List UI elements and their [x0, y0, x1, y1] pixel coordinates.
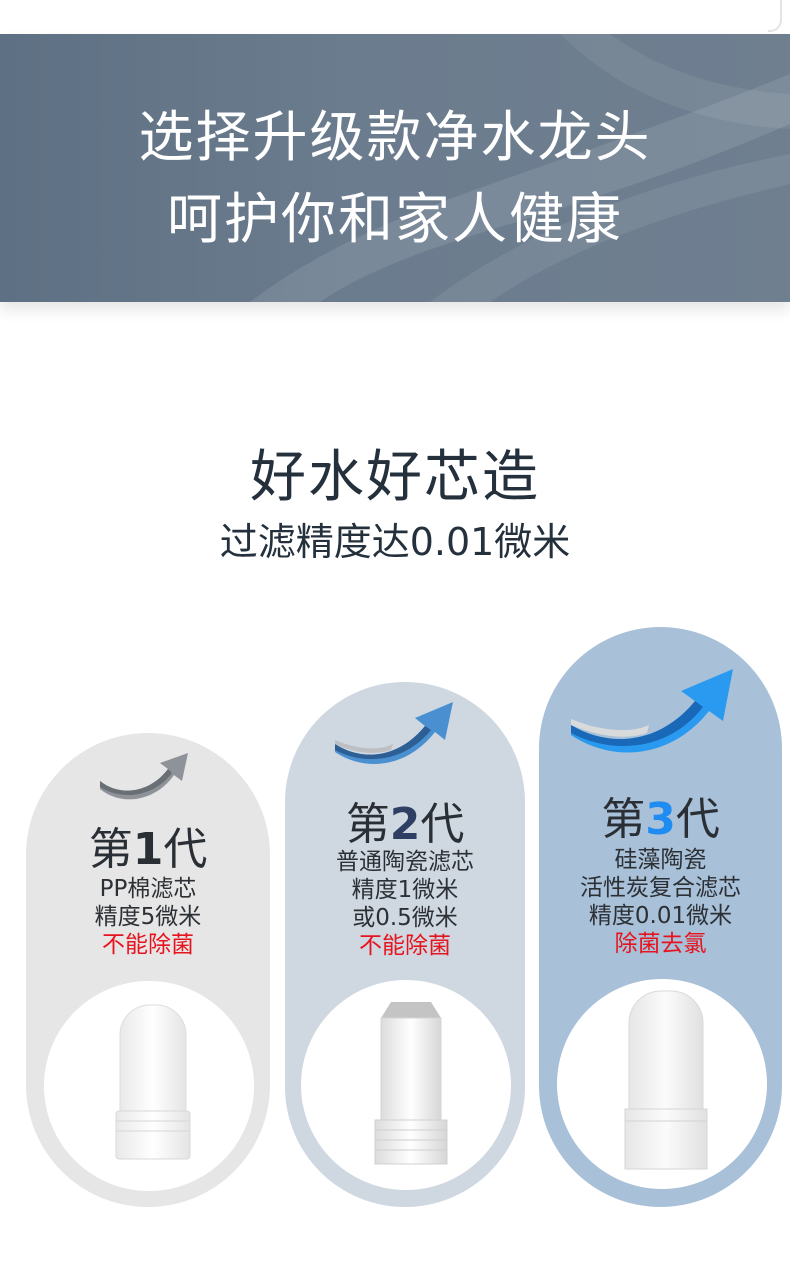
generation-description: PP棉滤芯 精度5微米 不能除菌: [26, 875, 270, 959]
bright-blue-curved-arrow-icon: [571, 669, 733, 753]
banner-subheadline: 呵护你和家人健康: [166, 187, 623, 251]
generation-title: 第3代: [601, 794, 720, 845]
warning-text: 不能除菌: [359, 933, 451, 959]
hero-banner: 选择升级款净水龙头 呵护你和家人健康: [0, 34, 790, 302]
spec-line: 精度5微米: [94, 904, 202, 930]
banner-headline: 选择升级款净水龙头: [138, 105, 652, 169]
blue-curved-arrow-icon: [335, 702, 453, 764]
generation-card-2: 第2代 普通陶瓷滤芯 精度1微米 或0.5微米 不能除菌: [285, 682, 525, 1207]
grey-curved-arrow-icon: [100, 753, 188, 800]
warning-text: 不能除菌: [102, 932, 194, 958]
spec-line: 精度0.01微米: [588, 903, 733, 929]
generation-card-1: 第1代 PP棉滤芯 精度5微米 不能除菌: [26, 733, 270, 1207]
generation-title: 第2代: [345, 799, 465, 850]
filter-image-circle: [301, 980, 511, 1190]
ceramic-filter-icon: [374, 1002, 448, 1165]
spec-line: 或0.5微米: [352, 905, 458, 931]
diatom-ceramic-filter-icon: [624, 990, 708, 1170]
section-subtitle: 过滤精度达0.01微米: [219, 520, 571, 564]
spec-line: PP棉滤芯: [99, 876, 197, 902]
spec-line: 硅藻陶瓷: [614, 847, 707, 873]
card-edge: [768, 0, 782, 32]
generation-card-3: 第3代 硅藻陶瓷 活性炭复合滤芯 精度0.01微米 除菌去氯: [539, 627, 782, 1207]
spec-line: 精度1微米: [351, 877, 459, 903]
warning-text: 除菌去氯: [614, 931, 707, 957]
filter-image-circle: [44, 981, 254, 1191]
section-title: 好水好芯造: [250, 445, 540, 510]
generation-description: 普通陶瓷滤芯 精度1微米 或0.5微米 不能除菌: [285, 848, 525, 960]
spec-line: 活性炭复合滤芯: [580, 875, 741, 901]
generation-title: 第1代: [88, 824, 208, 875]
spec-line: 普通陶瓷滤芯: [336, 849, 474, 875]
pp-cotton-filter-icon: [115, 1004, 191, 1160]
filter-image-circle: [557, 979, 767, 1189]
top-card: [0, 0, 790, 34]
generation-description: 硅藻陶瓷 活性炭复合滤芯 精度0.01微米 除菌去氯: [539, 846, 782, 958]
